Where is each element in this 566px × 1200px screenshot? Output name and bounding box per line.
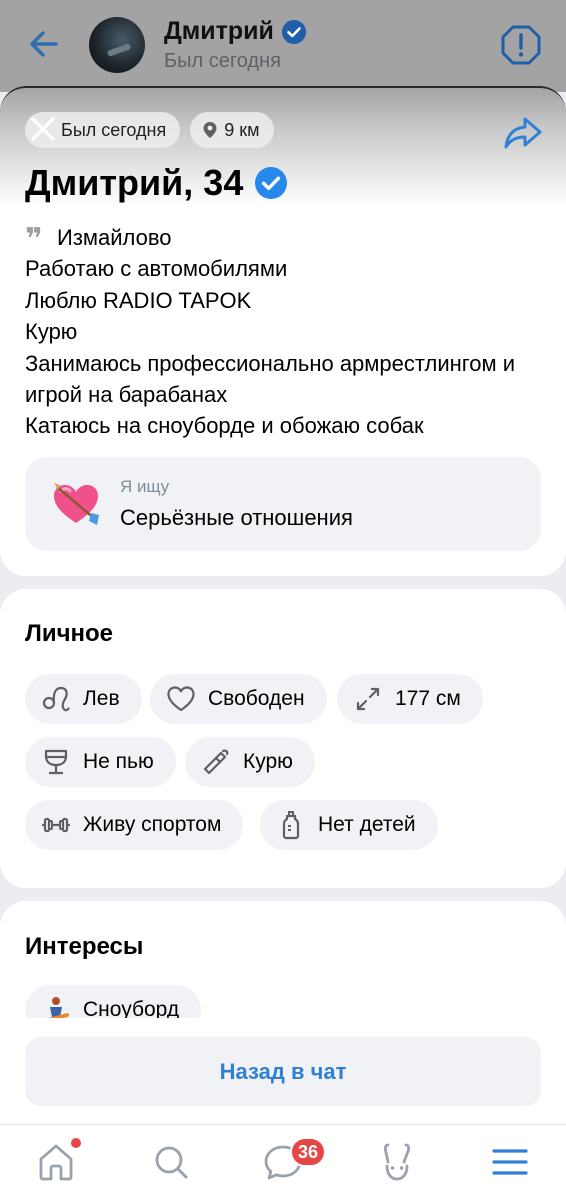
baby-bottle-icon <box>282 811 300 840</box>
chat-header: Дмитрий Был сегодня <box>0 0 566 92</box>
bio-line: Люблю RADIO TAPOK <box>25 287 252 313</box>
bio-line: Работаю с автомобилями <box>25 256 288 282</box>
bio-line: Занимаюсь профессионально армрестлингом … <box>25 350 516 408</box>
leo-zodiac-icon <box>42 686 70 712</box>
location-pin-icon <box>203 122 217 138</box>
tag-alcohol: Не пью <box>25 737 176 787</box>
tag-label: Нет детей <box>318 813 416 836</box>
header-status: Был сегодня <box>164 50 281 72</box>
search-icon[interactable] <box>149 1140 193 1184</box>
seeking-value: Серьёзные отношения <box>120 505 353 530</box>
interests-heading: Интересы <box>25 933 144 960</box>
seeking-block: Я ищу Серьёзные отношения <box>25 457 541 551</box>
dumbbell-icon <box>42 817 70 833</box>
bottom-nav: 36 <box>0 1124 566 1200</box>
bio-line: Измайлово <box>57 225 172 250</box>
personal-heading: Личное <box>25 620 114 647</box>
bio-line: Катаюсь на сноуборде и обожаю собак <box>25 413 424 439</box>
heart-outline-icon <box>167 686 195 712</box>
share-icon[interactable] <box>503 116 543 150</box>
distance-label: 9 км <box>224 119 260 140</box>
back-arrow-icon[interactable] <box>26 26 62 62</box>
avatar[interactable] <box>89 17 145 73</box>
tag-label: Не пью <box>83 750 154 773</box>
quote-icon: ❞ <box>25 223 43 256</box>
heart-arrow-icon <box>54 483 99 525</box>
tag-height: 177 см <box>337 674 483 724</box>
bunny-icon[interactable] <box>375 1140 419 1184</box>
verified-icon <box>255 167 288 199</box>
tag-label: Курю <box>243 750 293 773</box>
glass-icon <box>44 749 68 775</box>
header-name: Дмитрий <box>164 17 274 45</box>
home-icon[interactable] <box>34 1140 78 1184</box>
tag-zodiac: Лев <box>25 674 142 724</box>
profile-card: Был сегодня 9 км Дмитрий, 34 ❞ Измайлово … <box>0 86 566 576</box>
report-icon[interactable] <box>500 24 542 66</box>
bio-line: Курю <box>25 319 78 345</box>
tag-sport: Живу спортом <box>25 800 244 850</box>
verified-icon <box>281 19 306 44</box>
tag-relationship: Свободен <box>150 674 327 724</box>
tag-label: Сноуборд <box>83 998 180 1018</box>
tag-label: Свободен <box>208 687 305 710</box>
back-to-chat-button[interactable]: Назад в чат <box>25 1037 541 1106</box>
tag-label: 177 см <box>395 687 461 710</box>
close-icon[interactable] <box>30 116 56 142</box>
messages-badge: 36 <box>290 1137 327 1167</box>
tag-children: Нет детей <box>260 800 438 850</box>
tag-label: Живу спортом <box>83 813 222 836</box>
tag-smoking: Курю <box>185 737 315 787</box>
seeking-label: Я ищу <box>120 477 170 496</box>
height-arrows-icon <box>356 687 380 711</box>
notification-dot <box>71 1138 81 1148</box>
profile-bio: ❞ Измайлово Работаю с автомобилями Люблю … <box>25 222 555 442</box>
cigarette-icon <box>203 749 229 775</box>
distance-chip: 9 км <box>190 112 274 148</box>
interest-snowboard: Сноуборд <box>25 985 202 1018</box>
snowboarder-icon <box>48 997 69 1018</box>
last-seen-label: Был сегодня <box>61 119 167 140</box>
menu-icon[interactable] <box>488 1140 532 1184</box>
tag-label: Лев <box>83 687 120 710</box>
personal-card: Личное Лев Свободен 177 см Не пью Курю Ж… <box>0 589 566 888</box>
profile-title: Дмитрий, 34 <box>25 162 244 203</box>
